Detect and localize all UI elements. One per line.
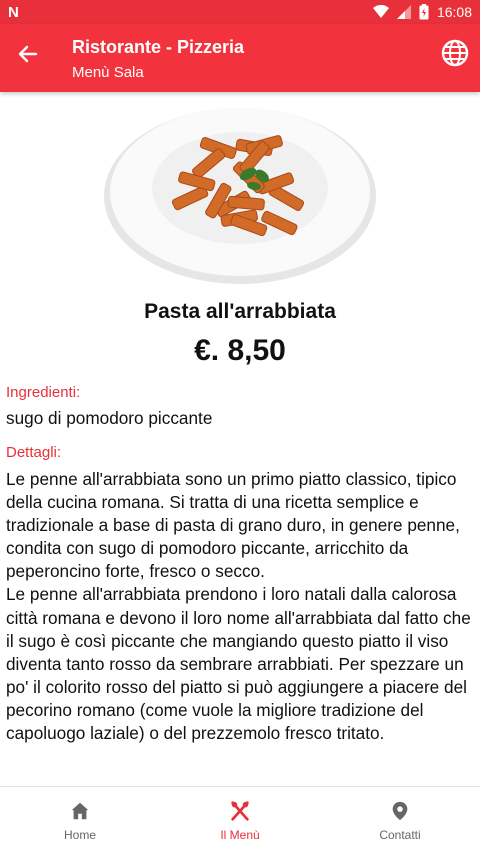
status-icons: 16:08 [372, 4, 472, 20]
bottom-nav: Home Il Menù Contatti [0, 786, 480, 854]
ingredients-label: Ingredienti: [6, 384, 81, 401]
details-label: Dettagli: [6, 444, 62, 461]
dish-price: €. 8,50 [194, 334, 286, 367]
details-text: Le penne all'arrabbiata sono un primo pi… [6, 468, 474, 745]
back-button[interactable] [14, 40, 42, 68]
globe-icon[interactable] [440, 38, 470, 68]
nav-contacts[interactable]: Contatti [320, 787, 480, 854]
fork-knife-icon [231, 800, 249, 821]
signal-icon [396, 5, 411, 19]
nav-menu-label: Il Menù [220, 827, 260, 842]
home-icon [71, 802, 89, 819]
app-subtitle: Menù Sala [72, 64, 144, 81]
nav-home[interactable]: Home [0, 787, 160, 854]
app-bar: Ristorante - Pizzeria Menù Sala [0, 24, 480, 92]
dish-detail: Pasta all'arrabbiata €. 8,50 Ingredienti… [0, 92, 480, 786]
status-bar: N 16:08 [0, 0, 480, 24]
battery-icon [419, 4, 429, 20]
nav-home-label: Home [63, 827, 96, 842]
map-pin-icon [392, 801, 408, 820]
details-paragraph: Le penne all'arrabbiata sono un primo pi… [6, 469, 460, 582]
notification-n-icon: N [8, 3, 19, 21]
wifi-icon [372, 5, 389, 18]
nav-menu[interactable]: Il Menù [160, 787, 320, 854]
arrow-left-icon [18, 45, 38, 63]
details-paragraph: Le penne all'arrabbiata prendono i loro … [6, 584, 471, 744]
status-time: 16:08 [436, 4, 472, 20]
ingredients-text: sugo di pomodoro piccante [6, 408, 213, 428]
nav-contacts-label: Contatti [379, 827, 421, 842]
dish-name: Pasta all'arrabbiata [144, 300, 336, 323]
app-title: Ristorante - Pizzeria [72, 37, 245, 57]
dish-photo [104, 108, 376, 284]
